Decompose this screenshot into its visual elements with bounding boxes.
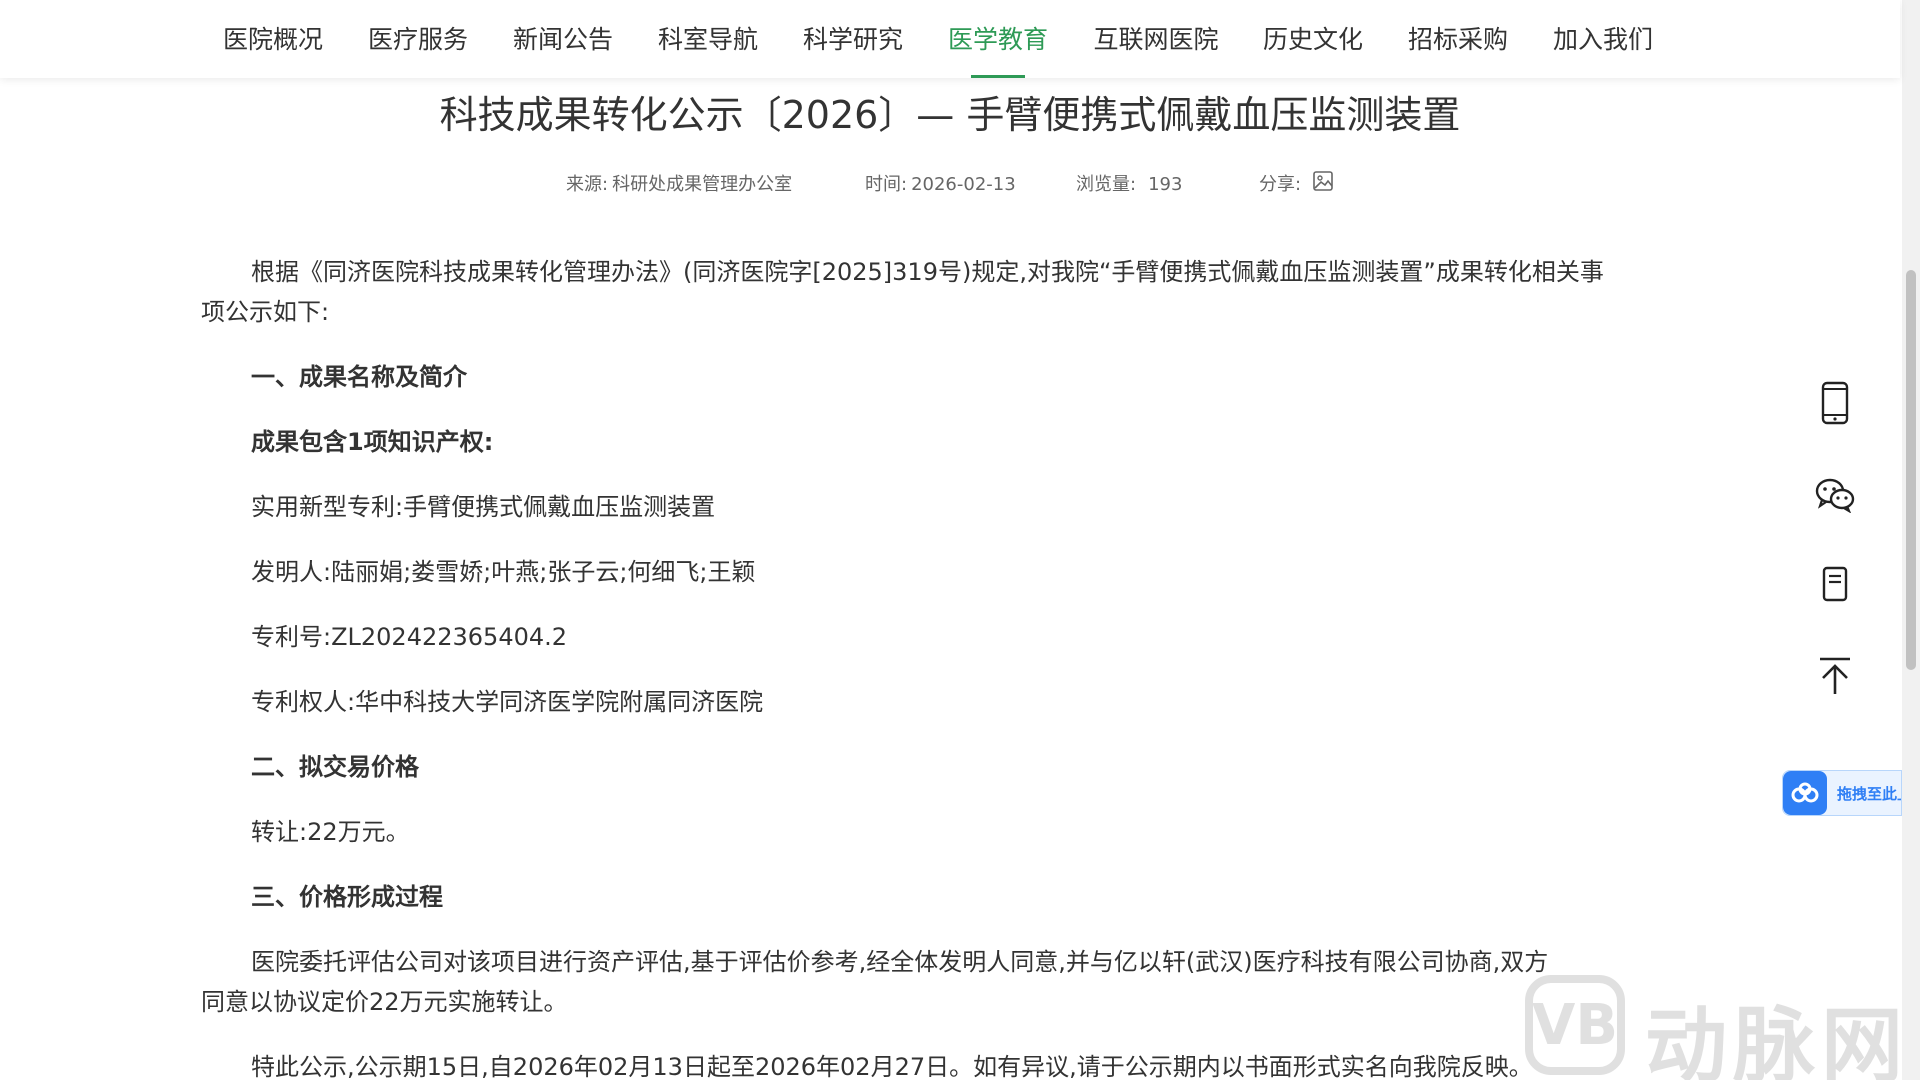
wechat-icon bbox=[1815, 478, 1855, 513]
nav-item-departments[interactable]: 科室导航 bbox=[658, 0, 758, 78]
meta-time: 时间: 2026-02-13 bbox=[865, 170, 1016, 196]
document-button[interactable] bbox=[1804, 553, 1866, 615]
nav-item-procurement[interactable]: 招标采购 bbox=[1408, 0, 1508, 78]
meta-time-value: 2026-02-13 bbox=[911, 174, 1016, 195]
meta-source-value: 科研处成果管理办公室 bbox=[612, 174, 793, 195]
transfer-price: 转让:22万元。 bbox=[251, 818, 410, 846]
scrollbar-thumb[interactable] bbox=[1906, 270, 1916, 670]
side-toolbar bbox=[1800, 0, 1870, 1080]
back-to-top-button[interactable] bbox=[1804, 645, 1866, 707]
meta-time-label: 时间: bbox=[865, 174, 908, 195]
scrollbar[interactable] bbox=[1902, 0, 1920, 1080]
share-image-icon[interactable] bbox=[1312, 170, 1334, 192]
section-heading-price: 二、拟交易价格 bbox=[251, 753, 419, 781]
patent-number: 专利号:ZL202422365404.2 bbox=[251, 623, 568, 651]
paragraph-intro-line-2: 项公示如下: bbox=[201, 298, 330, 326]
upload-drop-widget[interactable]: 拖拽至此上传 bbox=[1782, 770, 1902, 816]
section-heading-process: 三、价格形成过程 bbox=[251, 883, 443, 911]
meta-views-label: 浏览量: bbox=[1076, 174, 1137, 195]
document-icon bbox=[1822, 566, 1848, 602]
patent-holder: 专利权人:华中科技大学同济医学院附属同济医院 bbox=[251, 688, 764, 716]
baidu-netdisk-icon bbox=[1783, 771, 1827, 815]
nav-item-hospital-overview[interactable]: 医院概况 bbox=[223, 0, 323, 78]
meta-views-value: 193 bbox=[1148, 174, 1183, 195]
back-to-top-icon bbox=[1820, 657, 1850, 694]
nav-item-medical-education[interactable]: 医学教育 bbox=[948, 0, 1048, 78]
meta-share: 分享: bbox=[1259, 170, 1301, 196]
meta-source-label: 来源: bbox=[566, 174, 609, 195]
nav-item-medical-services[interactable]: 医疗服务 bbox=[368, 0, 468, 78]
mobile-button[interactable] bbox=[1804, 372, 1866, 434]
paragraph-notice: 特此公示,公示期15日,自2026年02月13日起至2026年02月27日。如有… bbox=[251, 1053, 1533, 1080]
paragraph-intro-line-1: 根据《同济医院科技成果转化管理办法》(同济医院字[2025]319号)规定,对我… bbox=[251, 258, 1604, 286]
meta-source: 来源: 科研处成果管理办公室 bbox=[566, 170, 792, 196]
subheading-ip-count: 成果包含1项知识产权: bbox=[251, 428, 494, 456]
article-title: 科技成果转化公示〔2026〕— 手臂便携式佩戴血压监测装置 bbox=[439, 93, 1461, 137]
inventors: 发明人:陆丽娟;娄雪娇;叶燕;张子云;何细飞;王颖 bbox=[251, 558, 756, 586]
nav-item-internet-hospital[interactable]: 互联网医院 bbox=[1093, 0, 1218, 78]
watermark-text: 动脉网 bbox=[1645, 999, 1910, 1080]
nav-item-join-us[interactable]: 加入我们 bbox=[1553, 0, 1653, 78]
meta-views: 浏览量: 193 bbox=[1076, 170, 1182, 196]
watermark-logo: VB bbox=[1525, 975, 1625, 1075]
patent-type: 实用新型专利:手臂便携式佩戴血压监测装置 bbox=[251, 493, 716, 521]
top-navigation: 医院概况 医疗服务 新闻公告 科室导航 科学研究 医学教育 互联网医院 历史文化… bbox=[0, 0, 1900, 78]
section-heading-achievement: 一、成果名称及简介 bbox=[251, 363, 467, 391]
page: 医院概况 医疗服务 新闻公告 科室导航 科学研究 医学教育 互联网医院 历史文化… bbox=[0, 0, 1920, 1080]
nav-item-history-culture[interactable]: 历史文化 bbox=[1263, 0, 1363, 78]
wechat-button[interactable] bbox=[1804, 464, 1866, 526]
nav-item-news[interactable]: 新闻公告 bbox=[513, 0, 613, 78]
paragraph-process-line-2: 同意以协议定价22万元实施转让。 bbox=[201, 988, 568, 1016]
mobile-icon bbox=[1821, 381, 1849, 425]
meta-share-label: 分享: bbox=[1259, 174, 1302, 195]
upload-widget-label: 拖拽至此上传 bbox=[1837, 784, 1901, 803]
nav-item-research[interactable]: 科学研究 bbox=[803, 0, 903, 78]
paragraph-process-line-1: 医院委托评估公司对该项目进行资产评估,基于评估价参考,经全体发明人同意,并与亿以… bbox=[251, 948, 1549, 976]
watermark: VB 动脉网 bbox=[1525, 975, 1915, 1080]
